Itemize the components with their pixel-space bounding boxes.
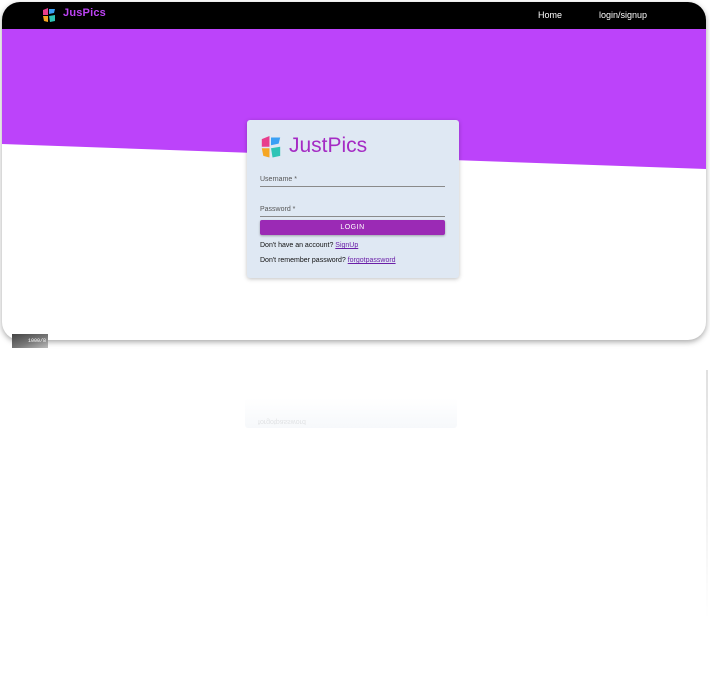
nav-login-signup-link[interactable]: login/signup — [599, 10, 647, 20]
signup-row: Don't have an account? SignUp — [260, 242, 358, 249]
corner-badge: 1000/8 — [12, 334, 48, 348]
reflection-text: forgotpassword — [258, 418, 306, 425]
password-underline — [260, 216, 445, 217]
username-input[interactable] — [260, 174, 445, 186]
nav-home-link[interactable]: Home — [538, 10, 562, 20]
signup-prompt: Don't have an account? — [260, 242, 334, 249]
forgot-row: Don't remember password? forgotpassword — [260, 257, 396, 264]
password-input[interactable] — [260, 204, 445, 216]
login-button[interactable]: LOGIN — [260, 220, 445, 235]
forgot-prompt: Don't remember password? — [260, 257, 346, 264]
edge-shadow — [706, 370, 708, 620]
signup-link[interactable]: SignUp — [335, 242, 358, 249]
browser-frame: JusPics Home login/signup JustPics Usern… — [2, 2, 706, 340]
login-card: JustPics Username * Password * LOGIN Don… — [247, 120, 459, 278]
justpics-logo-icon — [261, 136, 281, 158]
juspics-logo-icon — [43, 8, 55, 22]
card-brand-title: JustPics — [289, 134, 368, 157]
username-underline — [260, 186, 445, 187]
forgot-password-link[interactable]: forgotpassword — [348, 257, 396, 264]
navbar-brand[interactable]: JusPics — [63, 7, 106, 19]
navbar: JusPics Home login/signup — [2, 2, 706, 29]
